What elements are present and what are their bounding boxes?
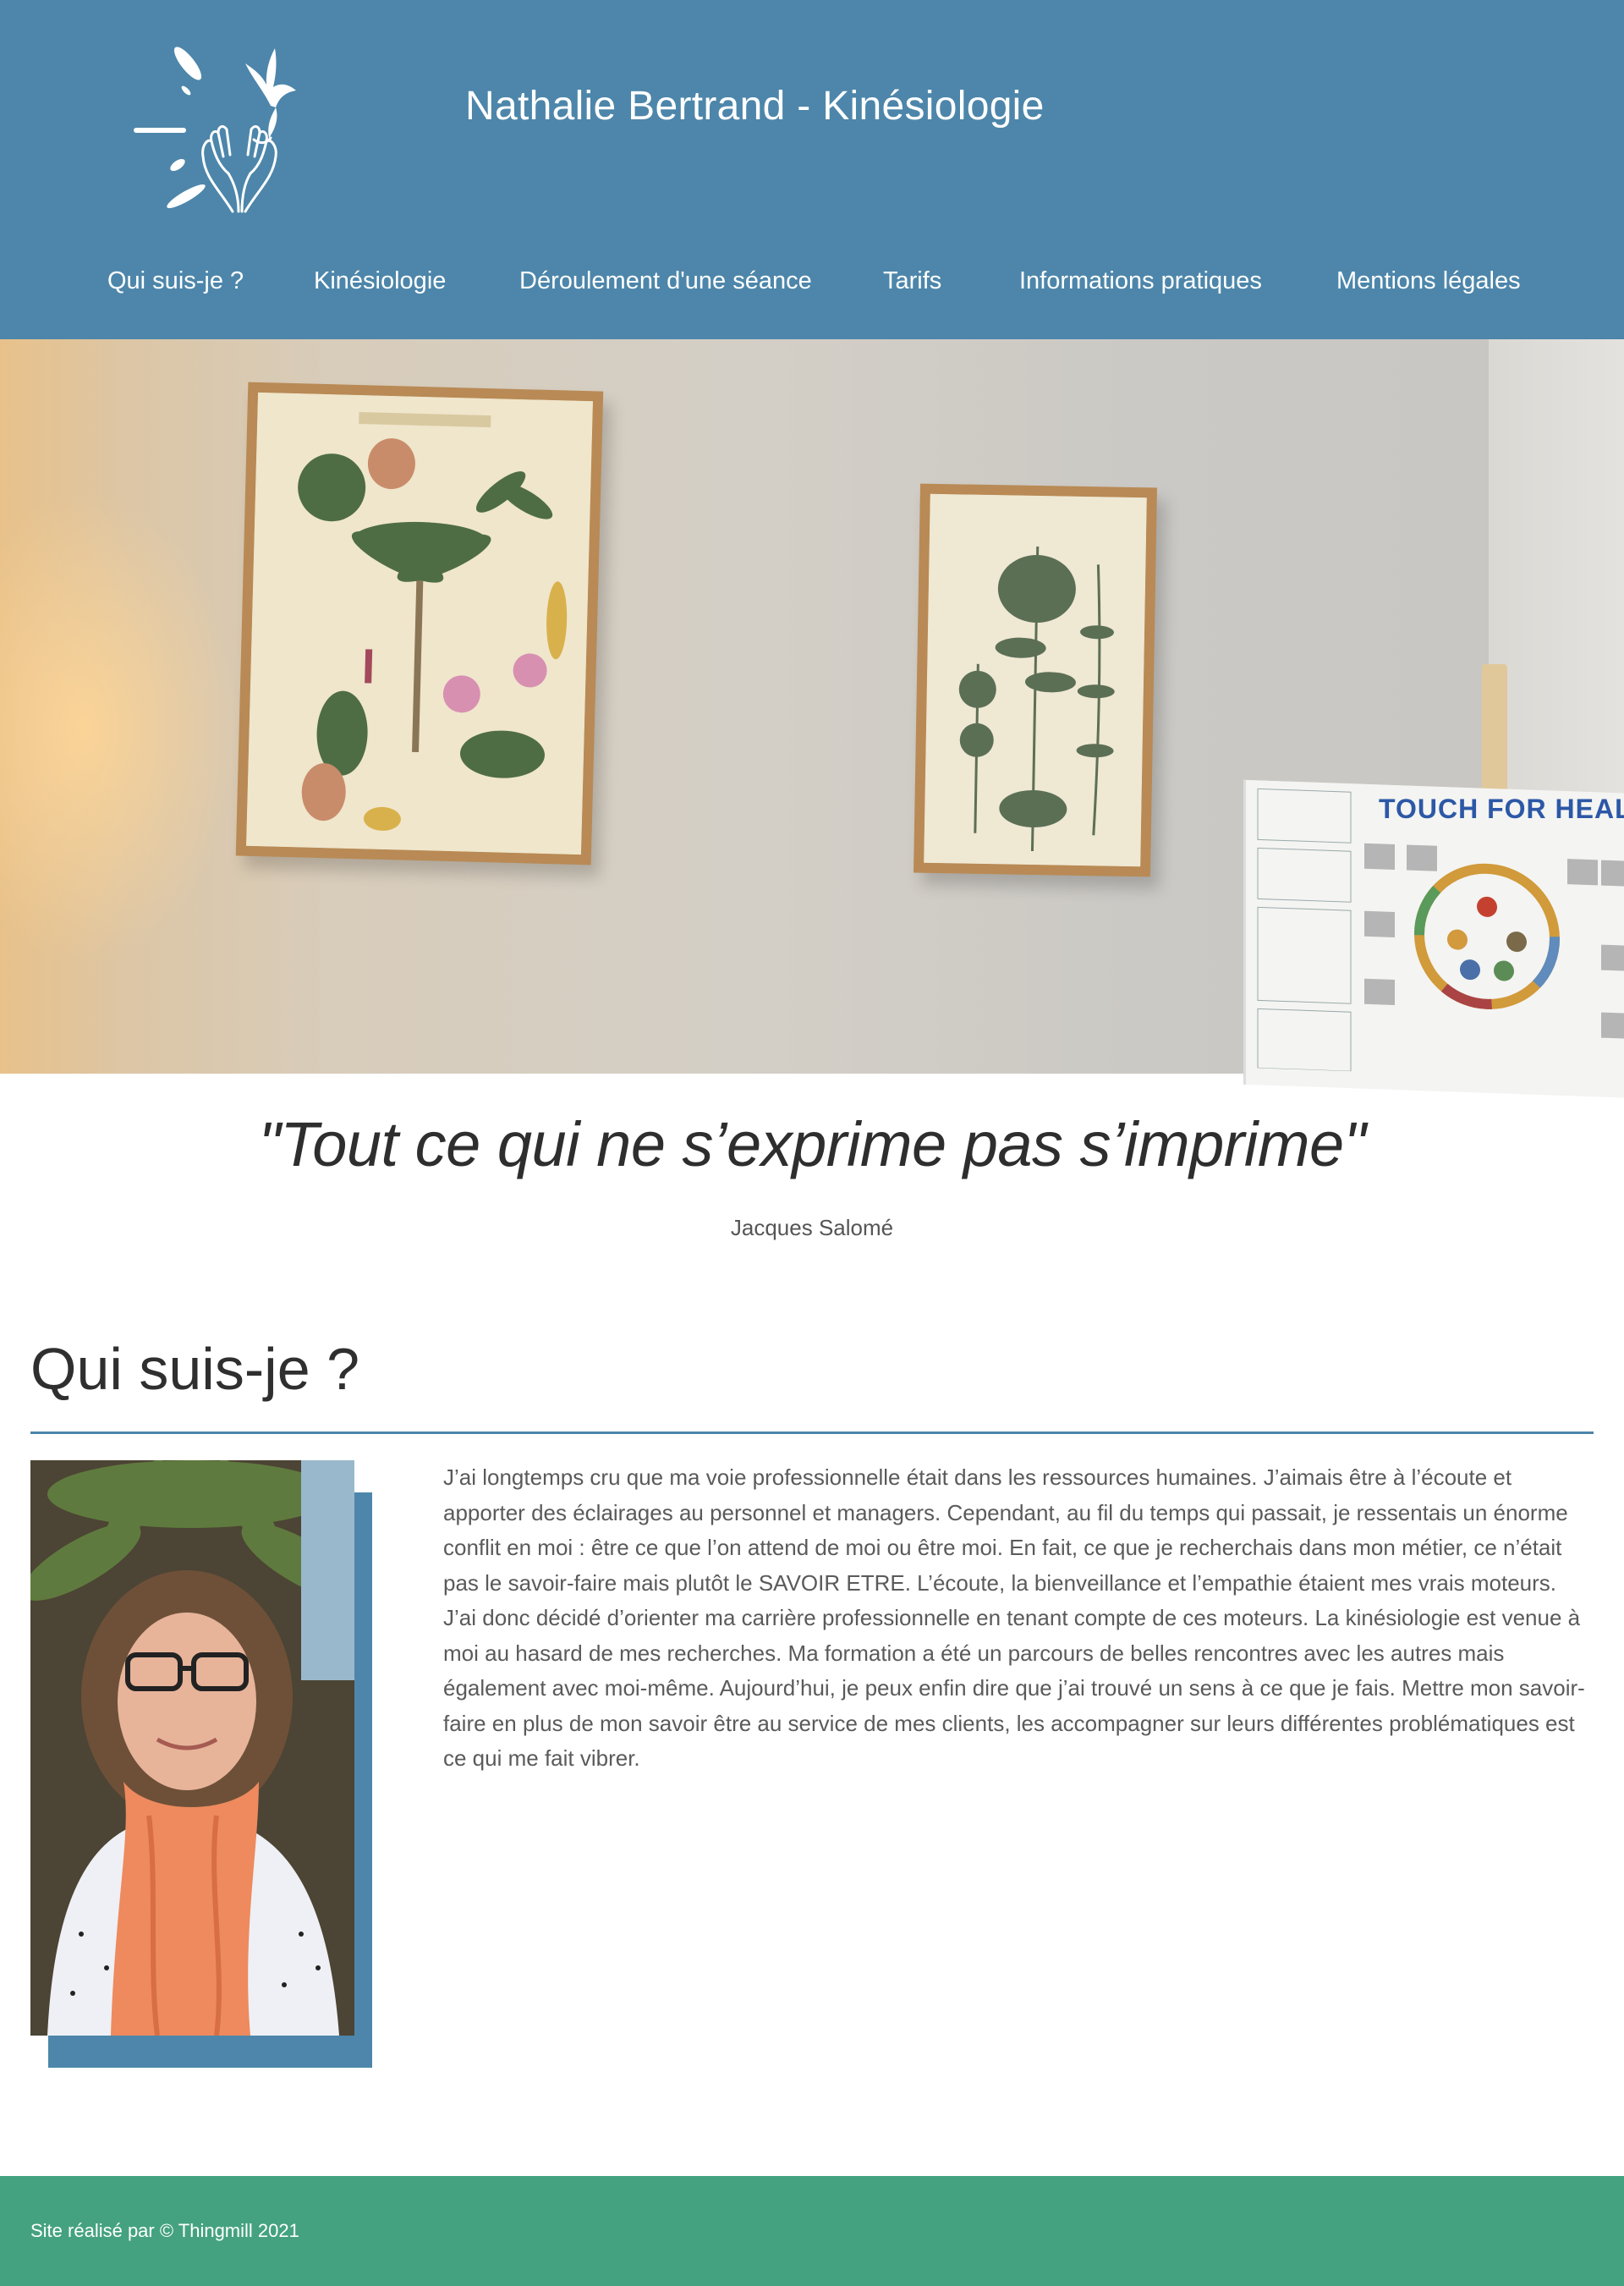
easel [1482, 664, 1507, 800]
nav-item-qui-suis-je[interactable]: Qui suis-je ? [107, 267, 244, 295]
section-title-qui-suis-je: Qui suis-je ? [30, 1336, 360, 1402]
quote-text: "Tout ce qui ne s’exprime pas s’imprime" [258, 1109, 1366, 1179]
site-title[interactable]: Nathalie Bertrand - Kinésiologie [465, 83, 1045, 129]
botanical-frame-left [235, 382, 604, 865]
section-divider [30, 1431, 1594, 1434]
main-navigation: Qui suis-je ? Kinésiologie Déroulement d… [0, 267, 1624, 310]
nav-item-informations-pratiques[interactable]: Informations pratiques [1019, 267, 1262, 295]
quote-author: Jacques Salomé [730, 1215, 894, 1240]
touch-for-health-title: TOUCH FOR HEALTH [1379, 794, 1624, 824]
botanical-frame-right [914, 483, 1157, 877]
nav-item-kinesiologie[interactable]: Kinésiologie [314, 267, 446, 295]
nav-item-tarifs[interactable]: Tarifs [883, 267, 941, 295]
footer-credit[interactable]: Site réalisé par © Thingmill 2021 [30, 2220, 299, 2242]
site-header: Nathalie Bertrand - Kinésiologie Qui sui… [0, 0, 1624, 339]
hands-bird-logo-icon[interactable] [127, 38, 338, 220]
portrait-photo [30, 1460, 354, 2036]
nav-item-mentions-legales[interactable]: Mentions légales [1336, 267, 1521, 295]
nav-item-deroulement[interactable]: Déroulement d'une séance [519, 267, 812, 295]
touch-for-health-board [1243, 779, 1624, 1099]
hero-light-glow [0, 492, 237, 965]
bio-paragraph: J’ai longtemps cru que ma voie professio… [443, 1464, 1585, 1771]
